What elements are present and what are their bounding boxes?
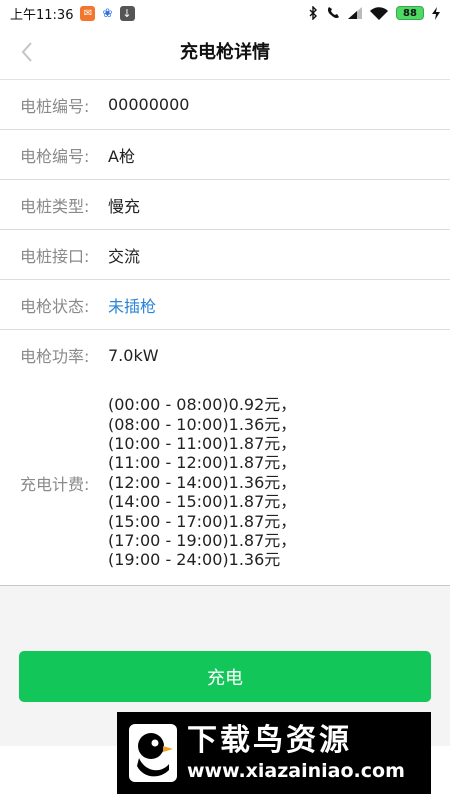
notification-icon: ✉ bbox=[80, 5, 96, 21]
detail-label: 电桩接口: bbox=[20, 246, 90, 266]
detail-value: 交流 bbox=[108, 246, 141, 266]
watermark-banner: 下载鸟资源 www.xiazainiao.com bbox=[117, 712, 431, 794]
fee-line: (08:00 - 10:00)1.36元， bbox=[108, 414, 297, 434]
detail-row-pile-type: 电桩类型: 慢充 bbox=[0, 180, 450, 230]
detail-label: 电桩类型: bbox=[20, 196, 90, 216]
detail-value: 7.0kW bbox=[108, 345, 159, 365]
detail-label: 电枪状态: bbox=[20, 296, 90, 316]
status-time: 上午11:36 bbox=[10, 7, 74, 23]
charge-button[interactable]: 充电 bbox=[19, 651, 431, 702]
charging-icon bbox=[432, 6, 440, 20]
page-title: 充电枪详情 bbox=[180, 42, 270, 63]
detail-value: 慢充 bbox=[108, 196, 141, 216]
wifi-icon bbox=[370, 6, 388, 20]
bird-logo-icon bbox=[127, 722, 179, 784]
phone-icon bbox=[326, 6, 340, 20]
detail-row-charging-fee: 充电计费: (00:00 - 08:00)0.92元， (08:00 - 10:… bbox=[0, 380, 450, 586]
fee-schedule: (00:00 - 08:00)0.92元， (08:00 - 10:00)1.3… bbox=[108, 395, 296, 570]
fee-line: (11:00 - 12:00)1.87元， bbox=[108, 453, 297, 473]
status-bar-right: 88 bbox=[309, 6, 440, 20]
detail-label: 电桩编号: bbox=[20, 96, 90, 116]
fee-line: (10:00 - 11:00)1.87元， bbox=[108, 433, 297, 453]
detail-row-pile-number: 电桩编号: 00000000 bbox=[0, 80, 450, 130]
battery-icon: 88 bbox=[396, 6, 424, 20]
detail-row-gun-status: 电枪状态: 未插枪 bbox=[0, 280, 450, 330]
detail-label: 充电计费: bbox=[20, 474, 90, 494]
watermark-title: 下载鸟资源 bbox=[187, 723, 352, 758]
signal-icon bbox=[348, 7, 362, 19]
fee-line: (12:00 - 14:00)1.36元， bbox=[108, 472, 297, 492]
status-bar-left: 上午11:36 ✉ ❀ ↓ bbox=[10, 4, 135, 23]
bluetooth-icon bbox=[309, 6, 318, 20]
fee-line: (19:00 - 24:00)1.36元 bbox=[108, 550, 281, 570]
detail-label: 电枪编号: bbox=[20, 146, 90, 166]
detail-value: A枪 bbox=[108, 146, 135, 166]
detail-label: 电枪功率: bbox=[20, 347, 90, 366]
fee-line: (14:00 - 15:00)1.87元， bbox=[108, 492, 297, 512]
gun-status-value: 未插枪 bbox=[108, 296, 157, 316]
nav-bar: 充电枪详情 bbox=[0, 26, 450, 80]
detail-row-pile-interface: 电桩接口: 交流 bbox=[0, 230, 450, 280]
watermark-text: 下载鸟资源 www.xiazainiao.com bbox=[187, 723, 405, 783]
detail-value: 00000000 bbox=[108, 95, 190, 114]
fee-line: (00:00 - 08:00)0.92元， bbox=[108, 395, 297, 415]
download-icon: ↓ bbox=[119, 5, 135, 21]
fee-line: (17:00 - 19:00)1.87元， bbox=[108, 531, 297, 551]
detail-list: 电桩编号: 00000000 电枪编号: A枪 电桩类型: 慢充 电桩接口: 交… bbox=[0, 80, 450, 586]
fee-line: (15:00 - 17:00)1.87元， bbox=[108, 511, 297, 531]
detail-row-gun-number: 电枪编号: A枪 bbox=[0, 130, 450, 180]
status-bar: 上午11:36 ✉ ❀ ↓ 88 bbox=[0, 0, 450, 26]
watermark-url: www.xiazainiao.com bbox=[187, 760, 405, 782]
detail-row-gun-power: 电枪功率: 7.0kW bbox=[0, 330, 450, 380]
paw-icon: ❀ bbox=[102, 6, 113, 20]
battery-level: 88 bbox=[403, 7, 417, 19]
